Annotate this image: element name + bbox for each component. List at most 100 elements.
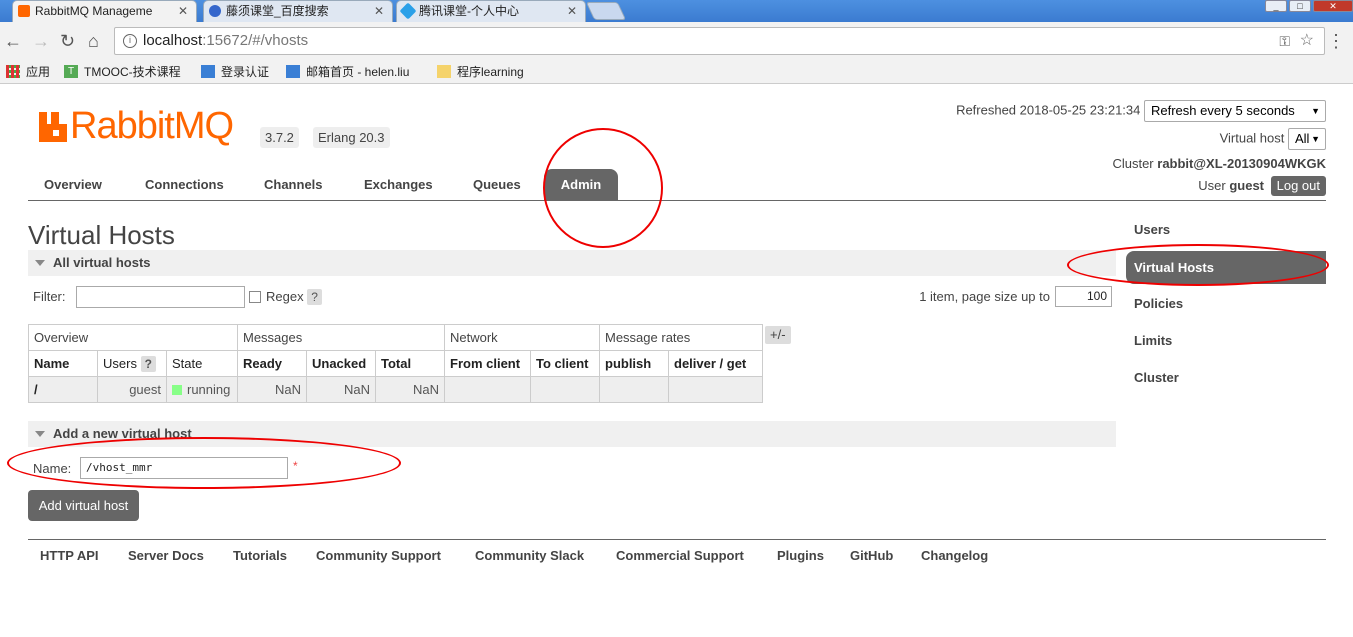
new-tab-button[interactable] [585,2,627,20]
footer-link-plugins[interactable]: Plugins [777,548,824,563]
footer-link-commercial-support[interactable]: Commercial Support [616,548,744,563]
running-status-icon [172,385,182,395]
footer-link-http-api[interactable]: HTTP API [40,548,99,563]
baidu-favicon-icon [209,5,221,17]
bookmark-mail[interactable]: 邮箱首页 - helen.liu [286,64,409,80]
regex-checkbox[interactable] [249,291,261,303]
sidebar-item-policies[interactable]: Policies [1126,287,1326,320]
footer-link-tutorials[interactable]: Tutorials [233,548,287,563]
tab-channels[interactable]: Channels [248,169,339,201]
cell-to-client [530,376,600,403]
folder-icon [437,65,451,78]
tab-connections[interactable]: Connections [129,169,240,201]
back-arrow-icon[interactable]: ← [4,32,22,50]
add-virtual-host-button[interactable]: Add virtual host [28,490,139,521]
minimize-icon[interactable]: _ [1265,0,1287,12]
users-help-button[interactable]: ? [140,355,156,372]
group-overview: Overview [28,324,238,351]
col-total[interactable]: Total [375,350,445,377]
bookmark-login[interactable]: 登录认证 [201,64,269,80]
tmooc-icon: T [64,65,78,78]
url-path: :15672/#/vhosts [202,32,309,49]
reload-icon[interactable]: ↻ [60,32,75,50]
cell-total: NaN [375,376,445,403]
bookmark-label: 应用 [26,65,51,79]
vhosts-table: Overview Messages Network Message rates … [28,324,763,403]
refresh-interval-select[interactable]: Refresh every 5 seconds [1144,100,1326,122]
table-row[interactable]: / guest running NaN NaN NaN [28,376,763,403]
col-name[interactable]: Name [28,350,98,377]
footer-link-community-slack[interactable]: Community Slack [475,548,584,563]
footer: HTTP API Server Docs Tutorials Community… [28,539,1326,563]
address-bar[interactable]: i localhost:15672/#/vhosts ⚿ ☆ [114,27,1325,55]
regex-help-button[interactable]: ? [307,289,322,305]
sidebar-item-limits[interactable]: Limits [1126,324,1326,357]
bookmark-folder[interactable]: 程序learning [437,64,524,80]
browser-tab-rabbitmq[interactable]: RabbitMQ Manageme ✕ [12,0,197,22]
browser-menu-icon[interactable]: ⋮ [1327,31,1345,52]
cell-state: running [166,376,238,403]
vhost-select[interactable]: All [1288,128,1326,150]
bookmark-tmooc[interactable]: T TMOOC-技术课程 [64,64,181,80]
browser-tab-title: 腾讯课堂-个人中心 [419,4,519,18]
col-state[interactable]: State [166,350,238,377]
vhost-name-link[interactable]: / [28,376,98,403]
main-nav: Overview Connections Channels Exchanges … [28,169,1326,201]
vhost-row: Virtual host All [1220,128,1326,150]
mail-icon [286,65,300,78]
bookmark-label: 登录认证 [221,65,270,79]
footer-link-changelog[interactable]: Changelog [921,548,988,563]
key-icon[interactable]: ⚿ [1279,28,1290,54]
bookmark-label: TMOOC-技术课程 [84,65,181,79]
apps-grid-icon [6,65,20,78]
col-publish[interactable]: publish [599,350,669,377]
cell-users: guest [97,376,167,403]
refresh-row: Refreshed 2018-05-25 23:21:34 Refresh ev… [956,100,1326,122]
bookmark-star-icon[interactable]: ☆ [1300,28,1314,54]
rabbitmq-favicon-icon [18,5,30,17]
cell-from-client [444,376,531,403]
close-tab-icon[interactable]: ✕ [178,1,188,21]
col-deliver-get[interactable]: deliver / get [668,350,763,377]
tab-queues[interactable]: Queues [457,169,537,201]
tab-exchanges[interactable]: Exchanges [348,169,449,201]
page-info: 1 item, page size up to [919,289,1050,304]
browser-tab-title: 藤须课堂_百度搜索 [226,4,329,18]
forward-arrow-icon[interactable]: → [32,32,50,50]
footer-link-server-docs[interactable]: Server Docs [128,548,204,563]
sidebar-item-users[interactable]: Users [1126,213,1326,246]
tab-overview[interactable]: Overview [28,169,118,201]
state-text: running [187,382,231,397]
all-vhosts-section-toggle[interactable]: All virtual hosts [28,250,1116,276]
col-unacked[interactable]: Unacked [306,350,376,377]
browser-tab-tencent[interactable]: 腾讯课堂-个人中心 ✕ [396,0,586,22]
col-to-client[interactable]: To client [530,350,600,377]
close-tab-icon[interactable]: ✕ [567,1,577,21]
home-icon[interactable]: ⌂ [88,32,99,50]
close-window-icon[interactable]: ✕ [1313,0,1353,12]
annotation-ellipse-name-input [7,437,401,489]
bookmark-apps[interactable]: 应用 [6,64,50,80]
col-from-client[interactable]: From client [444,350,531,377]
bookmarks-bar: 应用 T TMOOC-技术课程 登录认证 邮箱首页 - helen.liu 程序… [0,60,1353,84]
browser-tab-strip: RabbitMQ Manageme ✕ 藤须课堂_百度搜索 ✕ 腾讯课堂-个人中… [0,0,1353,22]
col-ready[interactable]: Ready [237,350,307,377]
browser-tab-baidu[interactable]: 藤须课堂_百度搜索 ✕ [203,0,393,22]
footer-link-community-support[interactable]: Community Support [316,548,441,563]
refreshed-timestamp: Refreshed 2018-05-25 23:21:34 [956,102,1141,118]
cell-unacked: NaN [306,376,376,403]
maximize-icon[interactable]: □ [1289,0,1311,12]
close-tab-icon[interactable]: ✕ [374,1,384,21]
filter-input[interactable] [76,286,245,308]
page-size-input[interactable]: 100 [1055,286,1112,307]
tencent-favicon-icon [399,2,417,20]
vhost-label: Virtual host [1219,130,1285,146]
sidebar-item-cluster[interactable]: Cluster [1126,361,1326,394]
footer-link-github[interactable]: GitHub [850,548,893,563]
annotation-circle-admin [543,128,663,248]
site-info-icon[interactable]: i [123,34,137,48]
columns-toggle-button[interactable]: +/- [765,326,791,344]
col-users: Users ? [97,350,167,377]
mail-icon [201,65,215,78]
cell-publish [599,376,669,403]
